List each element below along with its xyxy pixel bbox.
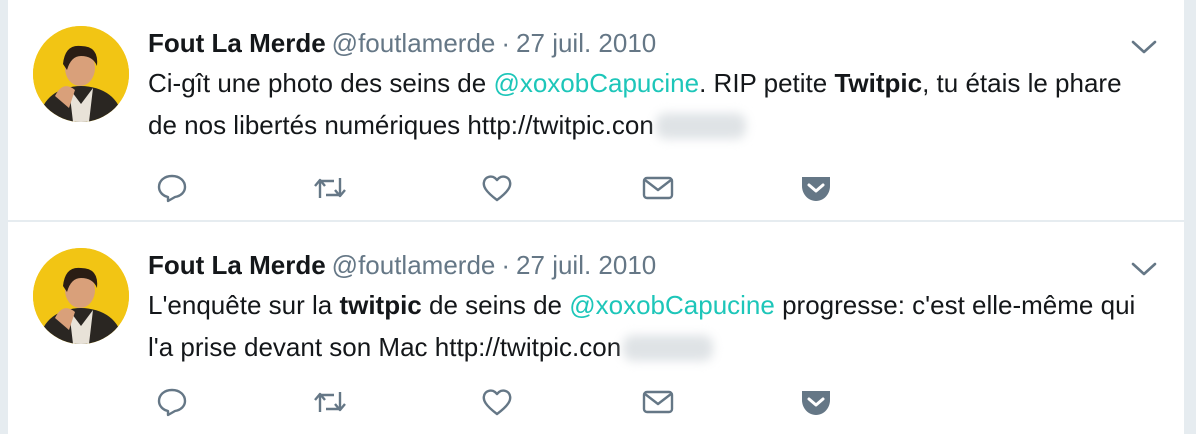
timeline: Fout La Merde @foutlamerde · 27 juil. 2010 …	[0, 0, 1196, 434]
reply-icon[interactable]	[152, 168, 192, 208]
tweet-text: Ci-gît une photo des seins de @xoxobCapu…	[148, 62, 1138, 146]
avatar[interactable]	[33, 26, 129, 122]
tweet-header: Fout La Merde @foutlamerde · 27 juil. 2010	[148, 248, 656, 282]
redaction-blur	[655, 113, 746, 139]
tweet-link[interactable]: http://twitpic.con	[435, 332, 621, 362]
text-segment: de seins de	[421, 290, 570, 320]
tweet-actions	[148, 168, 848, 208]
text-segment: . RIP petite	[699, 68, 835, 98]
author-name[interactable]: Fout La Merde	[148, 250, 326, 280]
author-handle[interactable]: @foutlamerde	[332, 28, 496, 58]
heart-icon[interactable]	[477, 382, 517, 422]
text-segment: Ci-gît une photo des seins de	[148, 68, 494, 98]
tweet-actions	[148, 382, 848, 422]
tweet-link[interactable]: http://twitpic.con	[467, 110, 653, 140]
envelope-icon[interactable]	[638, 382, 678, 422]
hashtag-bold: Twitpic	[834, 68, 923, 98]
reply-icon[interactable]	[152, 382, 192, 422]
pocket-icon[interactable]	[796, 168, 836, 208]
pocket-icon[interactable]	[796, 382, 836, 422]
tweet-text: L'enquête sur la twitpic de seins de @xo…	[148, 284, 1138, 368]
redaction-blur	[623, 335, 714, 361]
chevron-down-icon[interactable]	[1130, 260, 1158, 278]
tweet-card[interactable]: Fout La Merde @foutlamerde · 27 juil. 2010 …	[8, 222, 1184, 434]
separator: ·	[501, 250, 511, 280]
mention-link[interactable]: @xoxobCapucine	[493, 68, 699, 98]
retweet-icon[interactable]	[310, 382, 350, 422]
retweet-icon[interactable]	[310, 168, 350, 208]
author-name[interactable]: Fout La Merde	[148, 28, 326, 58]
heart-icon[interactable]	[477, 168, 517, 208]
avatar[interactable]	[33, 248, 129, 344]
tweet-date[interactable]: 27 juil. 2010	[516, 28, 656, 58]
tweet-card[interactable]: Fout La Merde @foutlamerde · 27 juil. 2010 …	[8, 0, 1184, 220]
hashtag-bold: twitpic	[339, 290, 422, 320]
separator: ·	[501, 28, 511, 58]
envelope-icon[interactable]	[638, 168, 678, 208]
author-handle[interactable]: @foutlamerde	[332, 250, 496, 280]
tweet-date[interactable]: 27 juil. 2010	[516, 250, 656, 280]
mention-link[interactable]: @xoxobCapucine	[569, 290, 775, 320]
chevron-down-icon[interactable]	[1130, 38, 1158, 56]
tweet-header: Fout La Merde @foutlamerde · 27 juil. 2010	[148, 26, 656, 60]
text-segment: L'enquête sur la	[148, 290, 340, 320]
